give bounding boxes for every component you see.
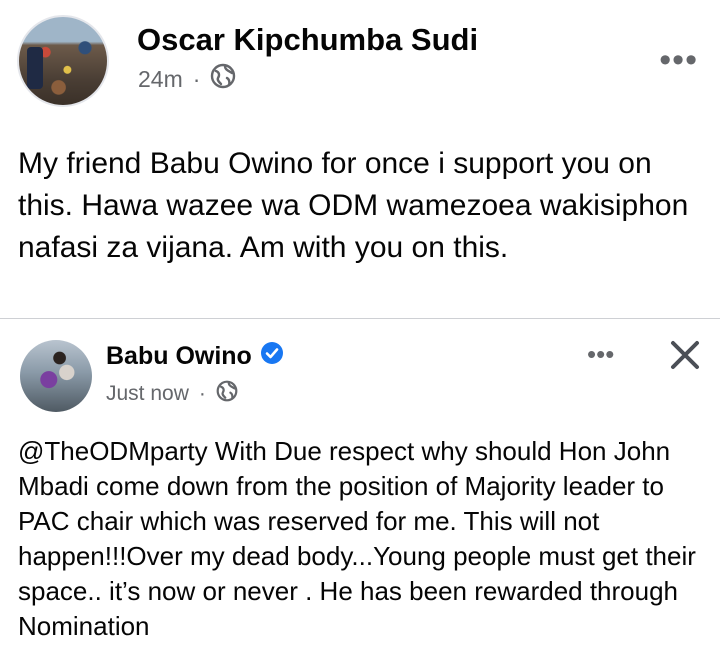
- close-icon[interactable]: [668, 338, 702, 377]
- author-name[interactable]: Oscar Kipchumba Sudi: [137, 22, 478, 58]
- post-body-text: My friend Babu Owino for once i support …: [18, 147, 689, 264]
- shared-globe-icon: [216, 380, 238, 408]
- shared-more-options-button[interactable]: •••: [587, 341, 614, 367]
- shared-post-timestamp[interactable]: Just now: [106, 382, 189, 406]
- shared-author-avatar[interactable]: [20, 340, 92, 412]
- verified-badge-icon: [260, 341, 284, 372]
- shared-post-body-text: @TheODMparty With Due respect why should…: [18, 436, 696, 641]
- more-options-button[interactable]: •••: [659, 43, 698, 77]
- meta-separator: ·: [192, 65, 201, 92]
- post-timestamp[interactable]: 24m: [138, 66, 183, 93]
- globe-icon: [210, 63, 236, 95]
- shared-meta-separator: ·: [198, 382, 206, 405]
- shared-author-name[interactable]: Babu Owino: [106, 342, 252, 371]
- post-meta: 24m ·: [138, 63, 236, 95]
- shared-author-name-row: Babu Owino: [106, 341, 284, 372]
- shared-post-meta: Just now ·: [106, 380, 238, 408]
- post-header: Oscar Kipchumba Sudi 24m · •••: [0, 0, 720, 125]
- author-avatar[interactable]: [17, 15, 109, 107]
